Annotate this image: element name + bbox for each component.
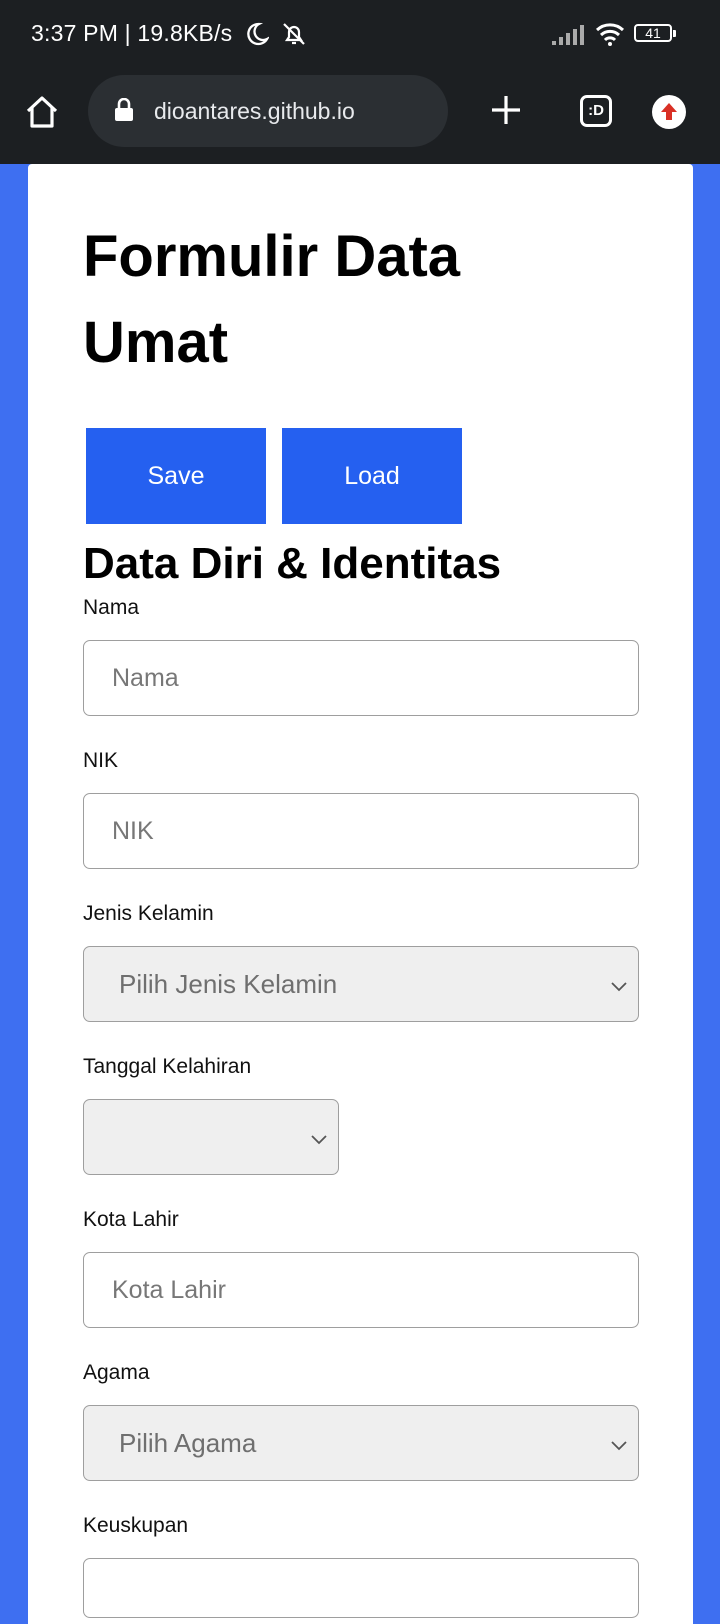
agama-value: Pilih Agama [119,1428,257,1458]
nik-label: NIK [83,749,119,772]
kota-lahir-label: Kota Lahir [83,1208,179,1231]
battery-indicator: 41 [634,24,676,42]
url-text: dioantares.github.io [154,98,355,124]
form-card: Formulir Data Umat Save Load Data Diri &… [28,164,693,1624]
agama-select[interactable]: Pilih Agama [83,1405,639,1481]
nama-label: Nama [83,596,140,619]
jenis-kelamin-select[interactable]: Pilih Jenis Kelamin [83,946,639,1022]
jenis-kelamin-value: Pilih Jenis Kelamin [119,969,338,999]
home-icon[interactable] [24,94,60,135]
bell-off-icon [281,21,307,52]
save-button[interactable]: Save [86,428,266,524]
nik-input[interactable] [83,793,639,869]
signal-icon [552,24,584,51]
nama-input[interactable] [83,640,639,716]
section-title: Data Diri & Identitas [83,539,502,588]
status-time-speed: 3:37 PM | 19.8KB/s [31,20,233,46]
chevron-down-icon [310,1132,328,1150]
new-tab-icon[interactable] [490,94,522,131]
keuskupan-label: Keuskupan [83,1514,189,1537]
load-button[interactable]: Load [282,428,462,524]
jenis-kelamin-label: Jenis Kelamin [83,902,214,925]
browser-toolbar: dioantares.github.io :D [0,72,720,164]
kota-lahir-input[interactable] [83,1252,639,1328]
chevron-down-icon [610,1438,628,1456]
wifi-icon [595,22,625,51]
tab-switcher-icon[interactable]: :D [580,95,612,127]
address-bar[interactable]: dioantares.github.io [88,75,448,147]
page-title: Formulir Data Umat [83,224,461,375]
keuskupan-field[interactable] [83,1558,639,1618]
tanggal-kelahiran-select[interactable] [83,1099,339,1175]
chevron-down-icon [610,979,628,997]
agama-label: Agama [83,1361,150,1384]
lock-icon [114,97,134,127]
tanggal-kelahiran-label: Tanggal Kelahiran [83,1055,252,1078]
moon-icon [245,22,271,51]
update-icon[interactable] [652,95,686,134]
status-bar: 3:37 PM | 19.8KB/s 41 [0,0,720,72]
